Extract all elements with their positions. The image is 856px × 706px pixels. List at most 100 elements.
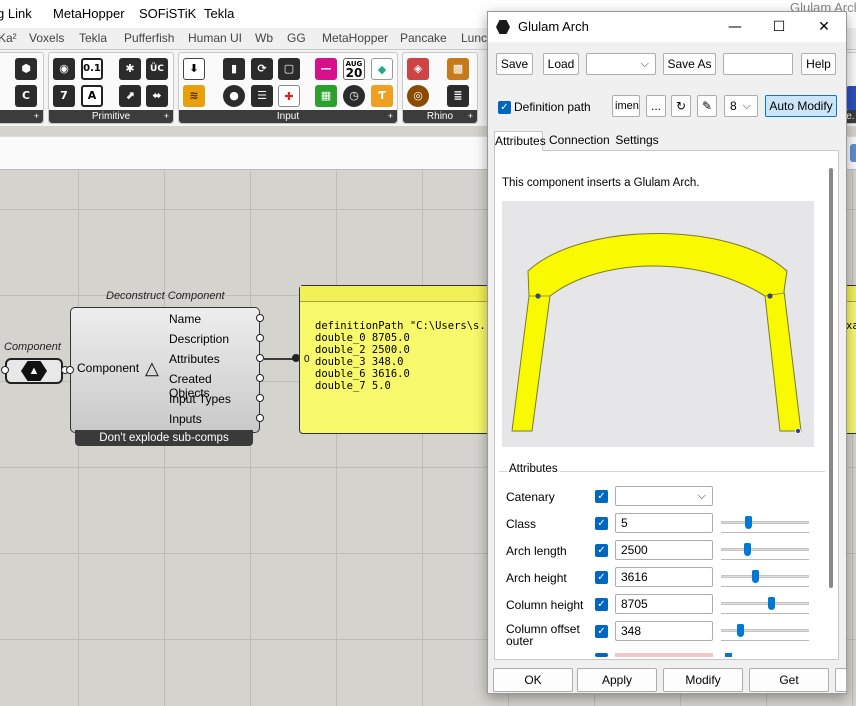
- grid-icon[interactable]: ▩: [447, 58, 469, 80]
- tab-pancake[interactable]: Pancake: [400, 31, 447, 45]
- maximize-icon[interactable]: ☐: [768, 16, 790, 38]
- output-grip-description[interactable]: [256, 334, 264, 342]
- button-icon[interactable]: ▢: [278, 58, 300, 80]
- slider-thumb[interactable]: [744, 543, 751, 556]
- target-icon[interactable]: ◎: [407, 85, 429, 107]
- color-wheel-icon[interactable]: ◆: [371, 58, 393, 80]
- output-grip-inputs[interactable]: [256, 414, 264, 422]
- column-offset-outer-slider[interactable]: [721, 624, 809, 645]
- tab-voxels[interactable]: Voxels: [29, 31, 64, 45]
- output-grip-attributes[interactable]: [256, 354, 264, 362]
- attribute-checkbox[interactable]: [595, 653, 608, 657]
- partial-button[interactable]: [835, 668, 847, 692]
- dialog-titlebar[interactable]: Glulam Arch — ☐ ✕: [488, 12, 846, 42]
- deconstruct-footer[interactable]: Don't explode sub-comps: [75, 430, 253, 446]
- tab-pufferfish[interactable]: Pufferfish: [124, 31, 174, 45]
- clock-icon[interactable]: ◷: [343, 85, 365, 107]
- attribute-checkbox[interactable]: ✓: [595, 625, 608, 638]
- output-grip-created-objects[interactable]: [256, 374, 264, 382]
- circle-icon[interactable]: ◉: [53, 58, 75, 80]
- tab-tekla[interactable]: Tekla: [79, 31, 107, 45]
- number-icon[interactable]: 0.1: [81, 58, 103, 80]
- matrix-icon[interactable]: ▦: [315, 85, 337, 107]
- tab-wb[interactable]: Wb: [255, 31, 273, 45]
- knob-icon[interactable]: ⟳: [251, 58, 273, 80]
- slider-thumb[interactable]: [745, 516, 752, 529]
- gradient-icon[interactable]: —: [315, 58, 337, 80]
- column-height-slider[interactable]: [721, 597, 809, 618]
- deconstruct-component[interactable]: Component △ Name Description Attributes …: [70, 307, 260, 433]
- tab-metahopper[interactable]: MetaHopper: [322, 31, 388, 45]
- menu-item-link[interactable]: g Link: [0, 6, 32, 21]
- menu-item-metahopper[interactable]: MetaHopper: [53, 6, 125, 21]
- output-grip-input-types[interactable]: [256, 394, 264, 402]
- toggle-icon[interactable]: ▮: [223, 58, 245, 80]
- layer-icon[interactable]: ◈: [407, 58, 429, 80]
- column-height-field[interactable]: 8705: [615, 594, 713, 614]
- help-button[interactable]: Help: [801, 53, 836, 75]
- slider-thumb[interactable]: [752, 570, 759, 583]
- load-select[interactable]: ⌵: [586, 53, 656, 75]
- load-button[interactable]: Load: [543, 53, 579, 75]
- text-icon[interactable]: A: [81, 85, 103, 107]
- eraser-icon[interactable]: ✎: [697, 95, 717, 117]
- attribute-checkbox[interactable]: ✓: [595, 571, 608, 584]
- arch-height-slider[interactable]: [721, 570, 809, 591]
- menu-item-tekla[interactable]: Tekla: [204, 6, 234, 21]
- apply-button[interactable]: Apply: [577, 668, 657, 692]
- dial-icon[interactable]: ●: [223, 85, 245, 107]
- component-param[interactable]: ▲: [5, 358, 63, 384]
- content-scrollbar[interactable]: [829, 168, 833, 588]
- browse-button[interactable]: ...: [646, 95, 666, 117]
- font-icon[interactable]: Ƭ: [371, 85, 393, 107]
- definition-path-checkbox[interactable]: ✓: [498, 101, 511, 114]
- arch-length-field[interactable]: 2500: [615, 540, 713, 560]
- class-slider[interactable]: [721, 516, 809, 537]
- domain-icon[interactable]: ⬌: [146, 85, 168, 107]
- slider-thumb[interactable]: [737, 624, 744, 637]
- tab-gg[interactable]: GG: [287, 31, 306, 45]
- integer-icon[interactable]: 7: [53, 85, 75, 107]
- class-field[interactable]: 5: [615, 513, 713, 533]
- attribute-checkbox[interactable]: ✓: [595, 490, 608, 503]
- save-button[interactable]: Save: [496, 53, 533, 75]
- gear-icon[interactable]: ✱: [119, 58, 141, 80]
- tab-settings[interactable]: Settings: [615, 131, 659, 151]
- graph-mapper-icon[interactable]: ≋: [183, 85, 205, 107]
- arch-height-field[interactable]: 3616: [615, 567, 713, 587]
- number-select[interactable]: 8 ⌵: [724, 95, 758, 117]
- curve-icon[interactable]: C: [15, 85, 37, 107]
- tab-human-ui[interactable]: Human UI: [188, 31, 242, 45]
- attribute-checkbox[interactable]: ✓: [595, 598, 608, 611]
- ok-button[interactable]: OK: [493, 668, 573, 692]
- download-icon[interactable]: ⬇: [183, 58, 205, 80]
- menu-item-sofistik[interactable]: SOFiSTiK: [139, 6, 196, 21]
- hex-icon[interactable]: ⬢: [15, 58, 37, 80]
- swatch-icon[interactable]: ✚: [278, 85, 300, 107]
- slider-thumb[interactable]: [768, 597, 775, 610]
- column-offset-outer-field[interactable]: 348: [615, 621, 713, 641]
- attribute-checkbox[interactable]: ✓: [595, 544, 608, 557]
- minimize-icon[interactable]: —: [724, 16, 746, 38]
- deconstruct-input-grip[interactable]: [66, 366, 74, 374]
- tab-connection[interactable]: Connection: [549, 131, 610, 151]
- param-input-grip[interactable]: [1, 366, 9, 374]
- calendar-icon[interactable]: AUG 20: [343, 58, 365, 80]
- refresh-icon[interactable]: ↻: [671, 95, 691, 117]
- modify-button[interactable]: Modify: [663, 668, 743, 692]
- save-as-field[interactable]: [723, 53, 793, 75]
- get-button[interactable]: Get: [749, 668, 829, 692]
- save-as-button[interactable]: Save As: [663, 53, 716, 75]
- output-grip-name[interactable]: [256, 314, 264, 322]
- auto-modify-button[interactable]: Auto Modify: [765, 95, 837, 117]
- unit-convert-icon[interactable]: ÜC: [146, 58, 168, 80]
- arch-length-slider[interactable]: [721, 543, 809, 564]
- attribute-checkbox[interactable]: ✓: [595, 517, 608, 530]
- catenary-select[interactable]: ⌵: [615, 486, 713, 506]
- stack-icon[interactable]: ≣: [447, 85, 469, 107]
- definition-path-field[interactable]: imen: [612, 95, 640, 117]
- list-icon[interactable]: ☰: [251, 85, 273, 107]
- tab-attributes[interactable]: Attributes: [494, 131, 546, 152]
- vector-icon[interactable]: ⬈: [119, 85, 141, 107]
- close-icon[interactable]: ✕: [813, 16, 835, 38]
